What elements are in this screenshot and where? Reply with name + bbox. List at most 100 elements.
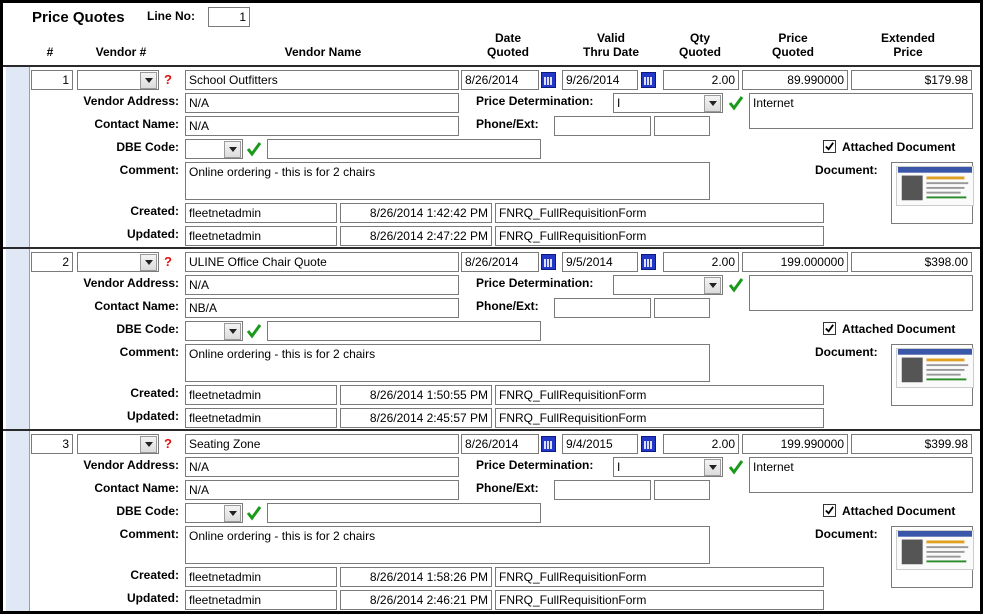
vendor-address-field[interactable]: N/A: [185, 93, 459, 113]
created-by-field[interactable]: fleetnetadmin: [185, 567, 337, 587]
created-form-field[interactable]: FNRQ_FullRequisitionForm: [495, 203, 824, 223]
calendar-icon[interactable]: [541, 436, 556, 452]
qty-quoted-field[interactable]: 2.00: [663, 70, 739, 90]
quote-number-field[interactable]: 2: [31, 252, 73, 272]
help-icon[interactable]: ?: [164, 72, 172, 87]
calendar-icon[interactable]: [641, 436, 656, 452]
chevron-down-icon[interactable]: [140, 72, 157, 89]
dbe-code-dropdown[interactable]: [185, 321, 243, 341]
updated-at-field[interactable]: 8/26/2014 2:47:22 PM: [340, 226, 492, 246]
extended-price-field[interactable]: $398.00: [851, 252, 972, 272]
updated-form-field[interactable]: FNRQ_FullRequisitionForm: [495, 408, 824, 428]
updated-form-field[interactable]: FNRQ_FullRequisitionForm: [495, 226, 824, 246]
quote-number-field[interactable]: 1: [31, 70, 73, 90]
extension-field[interactable]: [654, 480, 710, 500]
extended-price-field[interactable]: $179.98: [851, 70, 972, 90]
attached-document-checkbox[interactable]: [823, 504, 836, 517]
help-icon[interactable]: ?: [164, 436, 172, 451]
vendor-number-dropdown[interactable]: [77, 434, 159, 454]
checkmark-icon[interactable]: [728, 277, 744, 293]
document-thumbnail[interactable]: [891, 162, 974, 224]
checkmark-icon[interactable]: [246, 505, 262, 521]
chevron-down-icon[interactable]: [224, 505, 241, 522]
qty-quoted-field[interactable]: 2.00: [663, 434, 739, 454]
quote-number-field[interactable]: 3: [31, 434, 73, 454]
vendor-number-dropdown[interactable]: [77, 70, 159, 90]
record-selector[interactable]: [6, 249, 30, 429]
created-at-field[interactable]: 8/26/2014 1:58:26 PM: [340, 567, 492, 587]
phone-field[interactable]: [554, 480, 651, 500]
vendor-name-field[interactable]: Seating Zone: [185, 434, 459, 454]
help-icon[interactable]: ?: [164, 254, 172, 269]
contact-name-field[interactable]: N/A: [185, 480, 459, 500]
chevron-down-icon[interactable]: [140, 436, 157, 453]
chevron-down-icon[interactable]: [704, 277, 721, 294]
extension-field[interactable]: [654, 116, 710, 136]
checkmark-icon[interactable]: [246, 323, 262, 339]
comment-field[interactable]: Online ordering - this is for 2 chairs: [185, 162, 710, 200]
calendar-icon[interactable]: [641, 254, 656, 270]
price-determination-note[interactable]: [749, 275, 973, 311]
date-quoted-field[interactable]: 8/26/2014: [461, 252, 539, 272]
calendar-icon[interactable]: [541, 254, 556, 270]
checkmark-icon[interactable]: [728, 95, 744, 111]
created-form-field[interactable]: FNRQ_FullRequisitionForm: [495, 385, 824, 405]
updated-at-field[interactable]: 8/26/2014 2:45:57 PM: [340, 408, 492, 428]
comment-field[interactable]: Online ordering - this is for 2 chairs: [185, 526, 710, 564]
valid-thru-field[interactable]: 9/4/2015: [562, 434, 638, 454]
attached-document-checkbox[interactable]: [823, 322, 836, 335]
contact-name-field[interactable]: N/A: [185, 116, 459, 136]
comment-field[interactable]: Online ordering - this is for 2 chairs: [185, 344, 710, 382]
price-determination-note[interactable]: Internet: [749, 93, 973, 129]
line-no-field[interactable]: 1: [208, 7, 250, 27]
chevron-down-icon[interactable]: [704, 459, 721, 476]
record-selector[interactable]: [6, 67, 30, 247]
dbe-description-field[interactable]: [267, 139, 541, 159]
checkmark-icon[interactable]: [728, 459, 744, 475]
price-determination-dropdown[interactable]: I: [613, 93, 723, 113]
contact-name-field[interactable]: NB/A: [185, 298, 459, 318]
updated-by-field[interactable]: fleetnetadmin: [185, 408, 337, 428]
dbe-code-dropdown[interactable]: [185, 139, 243, 159]
created-at-field[interactable]: 8/26/2014 1:50:55 PM: [340, 385, 492, 405]
calendar-icon[interactable]: [541, 72, 556, 88]
updated-by-field[interactable]: fleetnetadmin: [185, 226, 337, 246]
calendar-icon[interactable]: [641, 72, 656, 88]
attached-document-checkbox[interactable]: [823, 140, 836, 153]
vendor-address-field[interactable]: N/A: [185, 275, 459, 295]
price-quoted-field[interactable]: 199.000000: [742, 252, 848, 272]
updated-form-field[interactable]: FNRQ_FullRequisitionForm: [495, 590, 824, 610]
dbe-code-dropdown[interactable]: [185, 503, 243, 523]
valid-thru-field[interactable]: 9/26/2014: [562, 70, 638, 90]
vendor-number-dropdown[interactable]: [77, 252, 159, 272]
chevron-down-icon[interactable]: [224, 141, 241, 158]
valid-thru-field[interactable]: 9/5/2014: [562, 252, 638, 272]
vendor-name-field[interactable]: School Outfitters: [185, 70, 459, 90]
vendor-address-field[interactable]: N/A: [185, 457, 459, 477]
chevron-down-icon[interactable]: [140, 254, 157, 271]
qty-quoted-field[interactable]: 2.00: [663, 252, 739, 272]
price-quoted-field[interactable]: 89.990000: [742, 70, 848, 90]
chevron-down-icon[interactable]: [704, 95, 721, 112]
document-thumbnail[interactable]: [891, 526, 974, 588]
phone-field[interactable]: [554, 298, 651, 318]
date-quoted-field[interactable]: 8/26/2014: [461, 70, 539, 90]
vendor-name-field[interactable]: ULINE Office Chair Quote: [185, 252, 459, 272]
checkmark-icon[interactable]: [246, 141, 262, 157]
dbe-description-field[interactable]: [267, 321, 541, 341]
dbe-description-field[interactable]: [267, 503, 541, 523]
record-selector[interactable]: [6, 431, 30, 611]
price-determination-dropdown[interactable]: I: [613, 457, 723, 477]
price-determination-note[interactable]: Internet: [749, 457, 973, 493]
document-thumbnail[interactable]: [891, 344, 974, 406]
extended-price-field[interactable]: $399.98: [851, 434, 972, 454]
chevron-down-icon[interactable]: [224, 323, 241, 340]
updated-at-field[interactable]: 8/26/2014 2:46:21 PM: [340, 590, 492, 610]
created-form-field[interactable]: FNRQ_FullRequisitionForm: [495, 567, 824, 587]
price-quoted-field[interactable]: 199.990000: [742, 434, 848, 454]
created-by-field[interactable]: fleetnetadmin: [185, 385, 337, 405]
updated-by-field[interactable]: fleetnetadmin: [185, 590, 337, 610]
price-determination-dropdown[interactable]: [613, 275, 723, 295]
created-by-field[interactable]: fleetnetadmin: [185, 203, 337, 223]
extension-field[interactable]: [654, 298, 710, 318]
